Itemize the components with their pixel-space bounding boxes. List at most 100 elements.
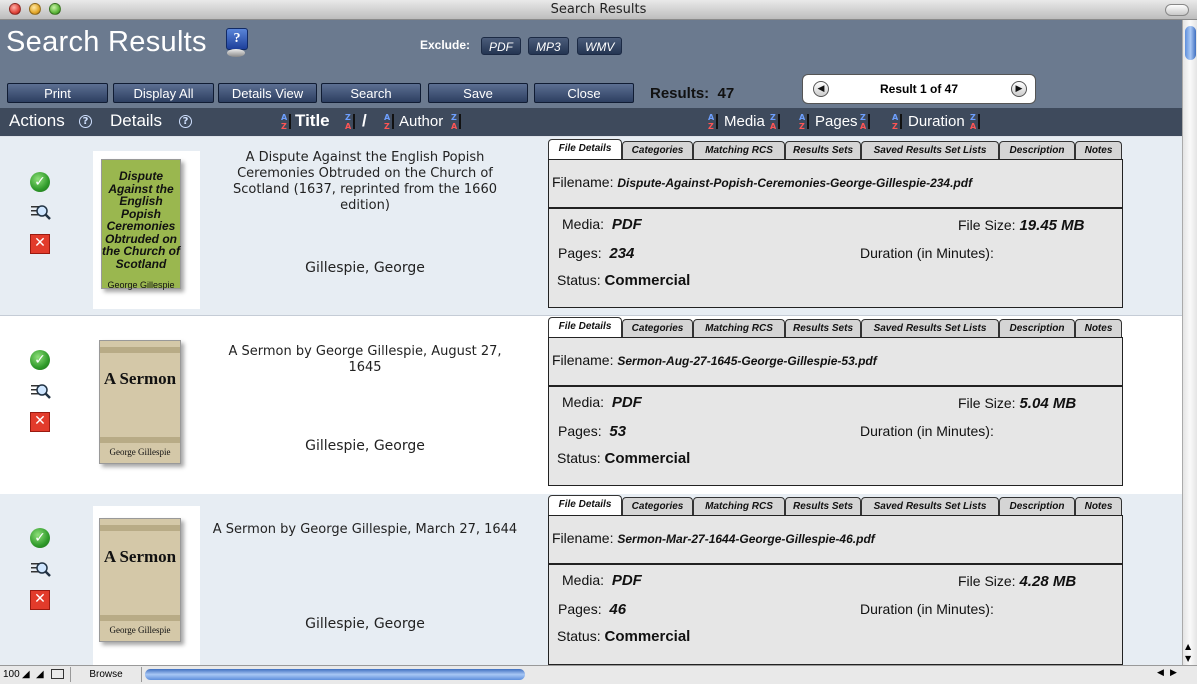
- tab-results-sets[interactable]: Results Sets: [785, 319, 861, 337]
- result-author[interactable]: Gillespie, George: [210, 438, 520, 454]
- title-sort-icon[interactable]: AZ: [281, 113, 295, 131]
- tab-saved-results-set-lists[interactable]: Saved Results Set Lists: [861, 141, 999, 159]
- tab-matching-rcs[interactable]: Matching RCS: [693, 141, 785, 159]
- tab-categories[interactable]: Categories: [622, 319, 693, 337]
- pages-sort-icon[interactable]: AZ: [799, 113, 813, 131]
- print-button[interactable]: Print: [7, 83, 108, 103]
- status-area-toggle-icon[interactable]: [51, 669, 64, 679]
- save-button[interactable]: Save: [428, 83, 528, 103]
- exclude-pdf-button[interactable]: PDF: [481, 37, 521, 55]
- duration-sort-desc-icon[interactable]: ZA: [970, 113, 984, 131]
- pages-column-label[interactable]: Pages: [815, 113, 858, 130]
- result-author[interactable]: Gillespie, George: [210, 260, 520, 276]
- help-icon[interactable]: ?: [224, 28, 248, 60]
- tab-categories[interactable]: Categories: [622, 141, 693, 159]
- scroll-up-arrow-icon[interactable]: ▲: [1185, 642, 1191, 651]
- tab-results-sets[interactable]: Results Sets: [785, 141, 861, 159]
- cover-title: A Sermon: [103, 369, 177, 388]
- media-sort-icon[interactable]: AZ: [708, 113, 722, 131]
- cover-band: [100, 437, 180, 443]
- pages-label: Pages:: [558, 245, 602, 261]
- select-check-icon[interactable]: ✓: [30, 528, 50, 548]
- author-column-label[interactable]: Author: [399, 113, 443, 130]
- mode-indicator[interactable]: Browse: [70, 667, 142, 682]
- result-title[interactable]: A Sermon by George Gillespie, March 27, …: [210, 522, 520, 538]
- scroll-down-arrow-icon[interactable]: ▼: [1185, 654, 1191, 663]
- horizontal-scroll-thumb[interactable]: [145, 669, 525, 680]
- media-column-label[interactable]: Media: [724, 113, 765, 130]
- pages-label: Pages:: [558, 601, 602, 617]
- details-view-button[interactable]: Details View: [218, 83, 317, 103]
- tab-description[interactable]: Description: [999, 141, 1075, 159]
- filename-value: Dispute-Against-Popish-Ceremonies-George…: [617, 176, 973, 190]
- title-column-label[interactable]: Title: [295, 111, 330, 131]
- title-sort-desc-icon[interactable]: ZA: [345, 113, 359, 131]
- select-check-icon[interactable]: ✓: [30, 350, 50, 370]
- zoom-in-icon[interactable]: ◢: [36, 669, 44, 680]
- tab-notes[interactable]: Notes: [1075, 497, 1122, 515]
- view-details-icon[interactable]: [30, 203, 51, 223]
- author-sort-desc-icon[interactable]: ZA: [451, 113, 465, 131]
- media-line: Media: PDF: [562, 572, 642, 589]
- tab-description[interactable]: Description: [999, 497, 1075, 515]
- window-title: Search Results: [550, 2, 647, 17]
- duration-sort-icon[interactable]: AZ: [892, 113, 906, 131]
- tab-notes[interactable]: Notes: [1075, 319, 1122, 337]
- close-button[interactable]: Close: [534, 83, 634, 103]
- remove-result-icon[interactable]: ✕: [30, 412, 50, 432]
- file-size-value: 4.28 MB: [1019, 573, 1077, 590]
- search-button[interactable]: Search: [321, 83, 421, 103]
- filename-line: Filename: Dispute-Against-Popish-Ceremon…: [552, 174, 972, 190]
- tab-description[interactable]: Description: [999, 319, 1075, 337]
- toolbar-toggle-button[interactable]: [1165, 4, 1189, 16]
- view-details-icon[interactable]: [30, 382, 51, 402]
- cover-image: A Sermon George Gillespie: [93, 506, 200, 665]
- media-line: Media: PDF: [562, 394, 642, 411]
- exclude-mp3-button[interactable]: MP3: [528, 37, 569, 55]
- file-size-label: File Size:: [958, 573, 1016, 589]
- cover-image: A Sermon George Gillespie: [93, 316, 200, 486]
- details-tabs: File Details Categories Matching RCS Res…: [548, 495, 1123, 516]
- next-result-icon[interactable]: ▶: [1011, 81, 1027, 97]
- zoom-out-icon[interactable]: ◢: [22, 669, 30, 680]
- zoom-level[interactable]: 100: [3, 669, 20, 680]
- status-line: Status: Commercial: [557, 272, 690, 289]
- tab-categories[interactable]: Categories: [622, 497, 693, 515]
- book-cover: A Sermon George Gillespie: [99, 340, 181, 464]
- result-author[interactable]: Gillespie, George: [210, 616, 520, 632]
- media-sort-desc-icon[interactable]: ZA: [770, 113, 784, 131]
- vertical-scrollbar[interactable]: ▲ ▼: [1182, 20, 1197, 665]
- tab-file-details[interactable]: File Details: [548, 495, 622, 516]
- select-check-icon[interactable]: ✓: [30, 172, 50, 192]
- duration-label: Duration (in Minutes):: [860, 423, 994, 439]
- tab-saved-results-set-lists[interactable]: Saved Results Set Lists: [861, 497, 999, 515]
- actions-help-icon[interactable]: ?: [79, 115, 92, 128]
- filename-value: Sermon-Mar-27-1644-George-Gillespie-46.p…: [617, 532, 875, 546]
- scroll-right-arrow-icon[interactable]: ▶: [1170, 668, 1177, 678]
- duration-column-label[interactable]: Duration: [908, 113, 965, 130]
- remove-result-icon[interactable]: ✕: [30, 590, 50, 610]
- view-details-icon[interactable]: [30, 560, 51, 580]
- scroll-left-arrow-icon[interactable]: ◀: [1157, 668, 1164, 678]
- details-help-icon[interactable]: ?: [179, 115, 192, 128]
- display-all-button[interactable]: Display All: [113, 83, 214, 103]
- cover-title: A Sermon: [103, 547, 177, 566]
- pages-line: Pages: 46: [558, 601, 626, 618]
- result-title[interactable]: A Dispute Against the English Popish Cer…: [210, 150, 520, 214]
- tab-file-details[interactable]: File Details: [548, 139, 622, 160]
- result-title[interactable]: A Sermon by George Gillespie, August 27,…: [210, 344, 520, 376]
- author-sort-icon[interactable]: AZ: [384, 113, 398, 131]
- vertical-scroll-thumb[interactable]: [1185, 26, 1196, 60]
- tab-file-details[interactable]: File Details: [548, 317, 622, 338]
- details-column-label: Details: [110, 111, 162, 130]
- tab-matching-rcs[interactable]: Matching RCS: [693, 319, 785, 337]
- file-details-panel: Filename: Dispute-Against-Popish-Ceremon…: [548, 159, 1123, 308]
- file-size-line: File Size: 4.28 MB: [958, 573, 1076, 590]
- tab-results-sets[interactable]: Results Sets: [785, 497, 861, 515]
- pages-sort-desc-icon[interactable]: ZA: [860, 113, 874, 131]
- tab-notes[interactable]: Notes: [1075, 141, 1122, 159]
- tab-matching-rcs[interactable]: Matching RCS: [693, 497, 785, 515]
- exclude-wmv-button[interactable]: WMV: [577, 37, 623, 55]
- tab-saved-results-set-lists[interactable]: Saved Results Set Lists: [861, 319, 999, 337]
- remove-result-icon[interactable]: ✕: [30, 234, 50, 254]
